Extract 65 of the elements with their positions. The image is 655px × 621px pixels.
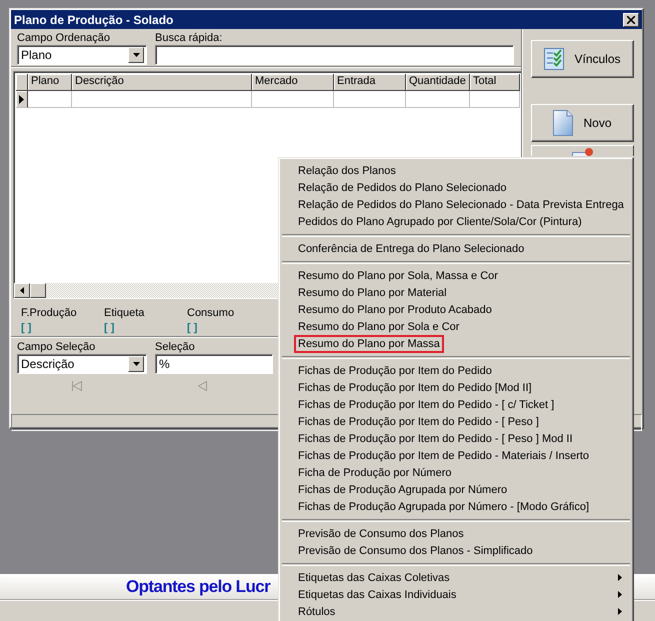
menu-item[interactable]: Pedidos do Plano Agrupado por Cliente/Sola/Cor (Pintura) [294, 212, 586, 230]
column-header[interactable]: Plano [28, 74, 72, 91]
menu-item[interactable]: Fichas de Produção por Item de Pedido - Materiais / Inserto [294, 446, 594, 464]
menu-item[interactable]: Resumo do Plano por Sola e Cor [294, 318, 464, 336]
ordering-dropdown[interactable]: Plano [17, 45, 147, 65]
links-button[interactable]: Vínculos [531, 40, 634, 78]
flag-value: [ ] [104, 322, 116, 334]
menu-item[interactable]: Relação de Pedidos do Plano Selecionado - Data Prevista Entrega [294, 196, 628, 214]
flag-value: [ ] [21, 322, 32, 334]
row-pointer-icon [19, 94, 24, 104]
column-header[interactable]: Quantidade [406, 74, 470, 91]
menu-item[interactable]: Previsão de Consumo dos Planos [294, 524, 468, 542]
new-button[interactable]: Novo [531, 104, 634, 142]
menu-item[interactable]: Fichas de Produção Agrupada por Número [294, 480, 512, 498]
table-cell [470, 91, 520, 108]
menu-item[interactable]: Etiquetas das Caixas Coletivas [294, 568, 454, 586]
selection-dropdown[interactable]: Descrição [17, 354, 147, 374]
scroll-left-icon [20, 287, 24, 294]
table-cell [28, 91, 72, 108]
menu-item[interactable]: Fichas de Produção por Item do Pedido - [ Peso ] Mod II [294, 430, 577, 448]
menu-item[interactable]: Resumo do Plano por Produto Acabado [294, 300, 496, 318]
menu-item[interactable]: Fichas de Produção por Item do Pedido [294, 362, 496, 380]
flag-label: Consumo [187, 307, 236, 319]
document-icon [553, 110, 574, 136]
edit-button[interactable] [531, 145, 634, 156]
document-badge-icon [572, 148, 594, 156]
checklist-icon [544, 48, 564, 70]
menu-item[interactable]: Fichas de Produção Agrupada por Número - [Modo Gráfico] [294, 498, 594, 516]
banner-text: Optantes pelo Lucr [126, 576, 270, 596]
menu-item[interactable]: Previsão de Consumo dos Planos - Simplificado [294, 542, 537, 560]
menu-item[interactable]: Resumo do Plano por Sola, Massa e Cor [294, 266, 502, 284]
menu-item[interactable]: Resumo do Plano por Material [294, 284, 451, 302]
menu-item[interactable]: Conferência de Entrega do Plano Selecionado [294, 240, 528, 258]
table-cell [334, 91, 406, 108]
menu-item[interactable]: Relação dos Planos [294, 162, 400, 180]
close-button[interactable] [623, 12, 639, 26]
flag-label: Etiqueta [104, 307, 146, 319]
menu-item[interactable]: Fichas de Produção por Item do Pedido [Mod II] [294, 378, 536, 396]
field-label: Campo Seleção [17, 341, 96, 354]
flag-label: F.Produção [21, 307, 78, 319]
flag-value: [ ] [187, 322, 198, 334]
close-icon [627, 16, 635, 24]
column-header[interactable]: Mercado [252, 74, 334, 91]
selection-field[interactable]: % [155, 354, 273, 374]
scroll-thumb[interactable] [30, 283, 46, 298]
field-label: Campo Ordenação [17, 32, 110, 45]
menu-item[interactable]: Relação de Pedidos do Plano Selecionado [294, 178, 511, 196]
field-label: Busca rápida: [155, 32, 222, 45]
menu-item[interactable]: Resumo do Plano por Massa [294, 334, 444, 352]
search-field[interactable] [155, 45, 514, 65]
header-corner-cell [16, 74, 28, 91]
menu-item[interactable]: Etiquetas das Caixas Individuais [294, 586, 460, 604]
field-label: Seleção [155, 341, 195, 354]
menu-item[interactable]: Fichas de Produção por Item do Pedido - [ c/ Ticket ] [294, 396, 558, 414]
column-header[interactable]: Total [470, 74, 520, 91]
table-cell [406, 91, 470, 108]
menu-item[interactable]: Fichas de Produção por Item do Pedido - [ Peso ] [294, 412, 543, 430]
row-indicator[interactable] [16, 91, 28, 108]
dropdown-arrow-icon [132, 362, 140, 366]
menu-item[interactable]: Ficha de Produção por Número [294, 464, 456, 482]
column-header[interactable]: Entrada [334, 74, 406, 91]
dropdown-arrow-icon [132, 53, 140, 57]
column-header[interactable]: Descrição [72, 74, 252, 91]
menu-item[interactable]: Rótulos [294, 602, 340, 620]
window-title: Plano de Produção - Solado [14, 12, 174, 26]
